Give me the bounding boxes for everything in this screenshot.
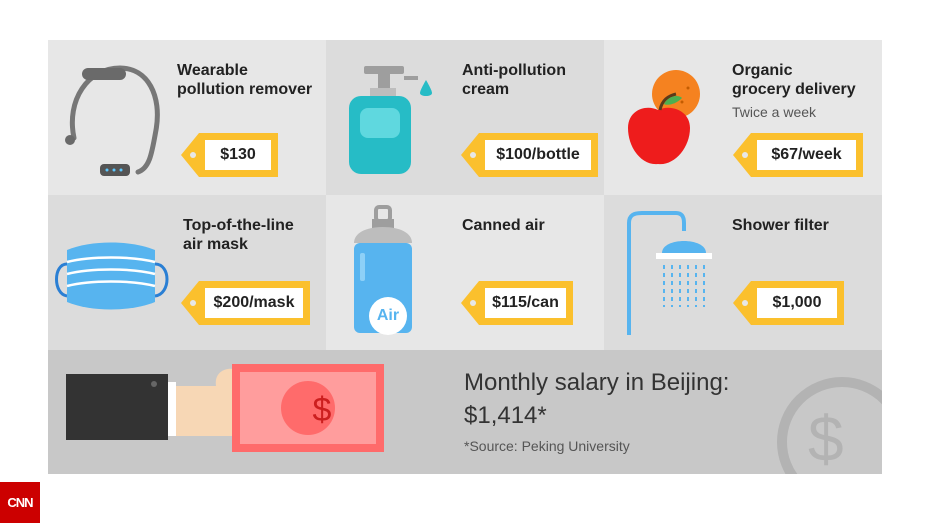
source-note: *Source: Peking University: [464, 438, 630, 454]
item-title: Organic grocery delivery: [732, 62, 856, 98]
coin-dollar-symbol: $: [808, 403, 844, 474]
item-organic-grocery-delivery: Organic grocery delivery Twice a week $6…: [604, 40, 882, 195]
apple-orange-icon: [628, 70, 700, 165]
item-air-mask: Top-of-the-line air mask $200/mask: [48, 195, 326, 350]
price-tag: $200/mask: [181, 281, 310, 325]
price-label: $200/mask: [205, 288, 303, 318]
item-canned-air: Air Canned air $115/can: [326, 195, 604, 350]
item-title: Shower filter: [732, 217, 829, 234]
item-title: Wearable pollution remover: [177, 62, 313, 98]
logo-text: CNN: [7, 495, 33, 510]
can-label-circle: Air: [369, 297, 407, 335]
item-subtitle: Twice a week: [732, 104, 817, 120]
item-shower-filter: Shower filter $1,000: [604, 195, 882, 350]
face-mask-icon: [55, 242, 169, 310]
salary-banner: $ Monthly salary in Beijing: $1,414* *So…: [48, 350, 882, 474]
price-tag: $115/can: [461, 281, 573, 325]
dollar-symbol: $: [312, 391, 332, 429]
item-anti-pollution-cream: Anti-pollution cream $100/bottle: [326, 40, 604, 195]
price-tag: $130: [181, 133, 278, 177]
item-wearable-pollution-remover: Wearable pollution remover $130: [48, 40, 326, 195]
can-label: Air: [376, 307, 400, 324]
item-title: Anti-pollution cream: [462, 62, 566, 98]
shower-icon: [627, 211, 712, 335]
lotion-bottle-icon: [349, 66, 432, 174]
cnn-logo[interactable]: CNN: [0, 482, 40, 523]
price-tag: $1,000: [733, 281, 844, 325]
price-label: $100/bottle: [485, 140, 591, 170]
price-label: $130: [205, 140, 271, 170]
price-label: $67/week: [757, 140, 856, 170]
price-tag: $67/week: [733, 133, 863, 177]
salary-headline: Monthly salary in Beijing: $1,414*: [464, 369, 730, 429]
item-title: Canned air: [462, 217, 545, 234]
price-tag: $100/bottle: [461, 133, 598, 177]
infographic-panel: Wearable pollution remover $130 Anti-pol…: [48, 40, 882, 474]
headset-icon: [65, 65, 160, 176]
price-label: $1,000: [757, 288, 837, 318]
price-label: $115/can: [485, 288, 566, 318]
item-title: Top-of-the-line air mask: [183, 217, 294, 253]
